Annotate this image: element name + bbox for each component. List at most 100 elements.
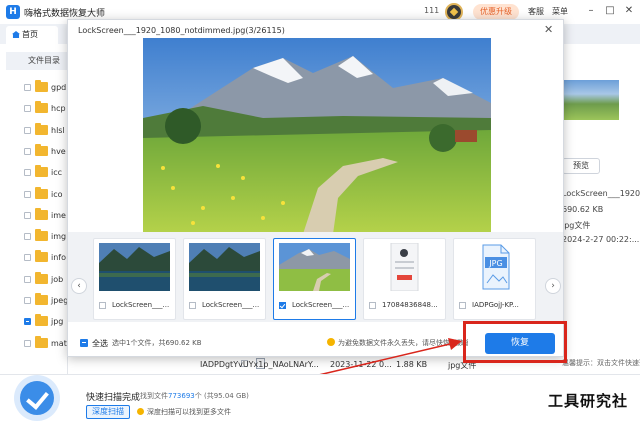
folder-checkbox[interactable]	[24, 105, 31, 113]
thumbnail-checkbox[interactable]	[369, 302, 376, 309]
select-all-checkbox[interactable]	[80, 339, 88, 347]
folder-icon	[35, 314, 48, 327]
folder-checkbox[interactable]	[24, 318, 31, 326]
main-preview-image	[143, 38, 491, 234]
watermark: 工具研究社	[548, 392, 629, 410]
scan-complete-label: 快速扫描完成	[86, 393, 141, 403]
folder-icon	[35, 165, 48, 178]
app-logo-icon: H	[6, 5, 20, 19]
sidebar-folder-item[interactable]: hve	[0, 143, 68, 160]
folder-checkbox[interactable]	[24, 84, 31, 91]
sidebar-folder-item[interactable]: hcp	[0, 101, 68, 117]
sidebar-folder-item[interactable]: mat	[0, 335, 68, 352]
folder-icon	[35, 250, 48, 263]
thumbnail-checkbox[interactable]	[279, 302, 286, 309]
sidebar-folder-item[interactable]: icc	[0, 165, 68, 181]
thumbnail-card[interactable]: JPG IADPGojJ-KP...	[453, 238, 536, 320]
warning-icon	[327, 338, 335, 346]
info-icon	[137, 408, 144, 415]
prev-arrow-icon[interactable]: ‹	[71, 278, 87, 294]
landscape-image	[143, 38, 491, 234]
close-window-icon[interactable]: ✕	[622, 4, 636, 18]
tab-home[interactable]: 首页	[6, 26, 58, 44]
folder-checkbox[interactable]	[24, 254, 31, 262]
folder-name: info	[51, 253, 67, 263]
thumbnail-card[interactable]: LockScreen___...	[183, 238, 266, 320]
thumbnail-card[interactable]: 17084836848...	[363, 238, 446, 320]
thumbnail-card[interactable]: LockScreen___...	[93, 238, 176, 320]
folder-name: jpeg	[51, 296, 69, 305]
thumbnail-image	[99, 243, 170, 291]
folder-name: hcp	[51, 104, 66, 114]
minimize-icon[interactable]: –	[584, 4, 598, 18]
sidebar-folder-item[interactable]: ico	[0, 186, 68, 203]
found-summary: 找到文件773693个 (共95.04 GB)	[140, 391, 249, 401]
detail-file-size: 690.62 KB	[562, 205, 604, 214]
thumbnail-checkbox[interactable]	[459, 302, 466, 309]
service-link[interactable]: 客服	[528, 6, 544, 17]
folder-icon	[35, 335, 48, 348]
folder-icon	[35, 271, 48, 284]
folder-checkbox[interactable]	[24, 211, 31, 219]
folder-name: gpd	[51, 83, 67, 92]
detail-file-type: jpg文件	[562, 221, 591, 230]
preview-button[interactable]: 预览	[562, 158, 600, 174]
thumbnail-card[interactable]: LockScreen___...	[273, 238, 356, 320]
folder-icon	[35, 229, 48, 242]
file-directory-header: 文件目录	[6, 52, 68, 70]
folder-checkbox[interactable]	[24, 190, 31, 198]
deep-scan-button[interactable]: 深度扫描	[86, 405, 130, 419]
found-suffix: 个 (共95.04 GB)	[194, 392, 249, 400]
folder-checkbox[interactable]	[24, 233, 31, 241]
folder-icon	[35, 101, 48, 114]
folder-checkbox[interactable]	[24, 147, 31, 155]
folder-icon	[35, 122, 48, 135]
sidebar-folder-item[interactable]: img	[0, 229, 68, 245]
thumbnail-name: IADPGojJ-KP...	[472, 301, 519, 309]
folder-name: job	[51, 274, 64, 284]
sidebar-folder-item[interactable]: jpeg	[0, 293, 68, 309]
jpg-icon-label: JPG	[488, 259, 502, 268]
folder-checkbox[interactable]	[24, 126, 31, 134]
menu-link[interactable]: 菜单	[552, 6, 568, 17]
folder-name: icc	[51, 168, 63, 178]
folder-icon	[35, 293, 48, 305]
maximize-icon[interactable]: □	[603, 4, 617, 18]
tab-home-label: 首页	[22, 30, 38, 39]
found-prefix: 找到文件	[140, 392, 168, 400]
sidebar-folder-item[interactable]: jpg	[0, 314, 68, 330]
highlight-box	[463, 321, 567, 363]
sidebar-folder-item[interactable]: info	[0, 250, 68, 266]
app-title: 嗨格式数据恢复大师	[24, 9, 106, 19]
preview-hint: 温馨提示：双击文件快速预览	[562, 359, 640, 367]
folder-name: ime	[51, 210, 66, 220]
row-file-size: 1.88 KB	[396, 360, 428, 369]
folder-checkbox[interactable]	[24, 339, 31, 347]
dialog-title: LockScreen___1920_1080_notdimmed.jpg(3/2…	[78, 26, 285, 35]
sidebar-folder-item[interactable]: hlsl	[0, 122, 68, 139]
folder-checkbox[interactable]	[24, 275, 31, 283]
scan-complete-icon	[14, 375, 60, 421]
next-arrow-icon[interactable]: ›	[545, 278, 561, 294]
select-all-label[interactable]: 全选	[92, 338, 108, 349]
folder-checkbox[interactable]	[24, 169, 31, 177]
preview-dialog: LockScreen___1920_1080_notdimmed.jpg(3/2…	[67, 19, 564, 357]
upgrade-button[interactable]: 优惠升级	[473, 4, 519, 20]
folder-checkbox[interactable]	[24, 297, 31, 304]
folder-icon	[35, 143, 48, 156]
detail-preview-thumbnail	[563, 80, 619, 120]
thumbnail-image	[189, 243, 260, 291]
thumbnail-name: 17084836848...	[382, 301, 438, 309]
folder-name: jpg	[51, 317, 64, 327]
found-count: 773693	[168, 392, 195, 400]
thumbnail-checkbox[interactable]	[189, 302, 196, 309]
thumbnail-name: LockScreen___...	[112, 301, 170, 309]
thumbnail-checkbox[interactable]	[99, 302, 106, 309]
sidebar: 文件目录 gpd hcp hlsl hve icc ico ime img info job jpe…	[0, 44, 68, 374]
sidebar-folder-item[interactable]: ime	[0, 207, 68, 224]
deep-scan-hint: 深度扫描可以找到更多文件	[147, 408, 231, 416]
thumbnail-image: JPG	[459, 243, 530, 291]
sidebar-folder-item[interactable]: gpd	[0, 80, 68, 96]
close-icon[interactable]: ✕	[544, 23, 553, 36]
sidebar-folder-item[interactable]: job	[0, 271, 68, 288]
